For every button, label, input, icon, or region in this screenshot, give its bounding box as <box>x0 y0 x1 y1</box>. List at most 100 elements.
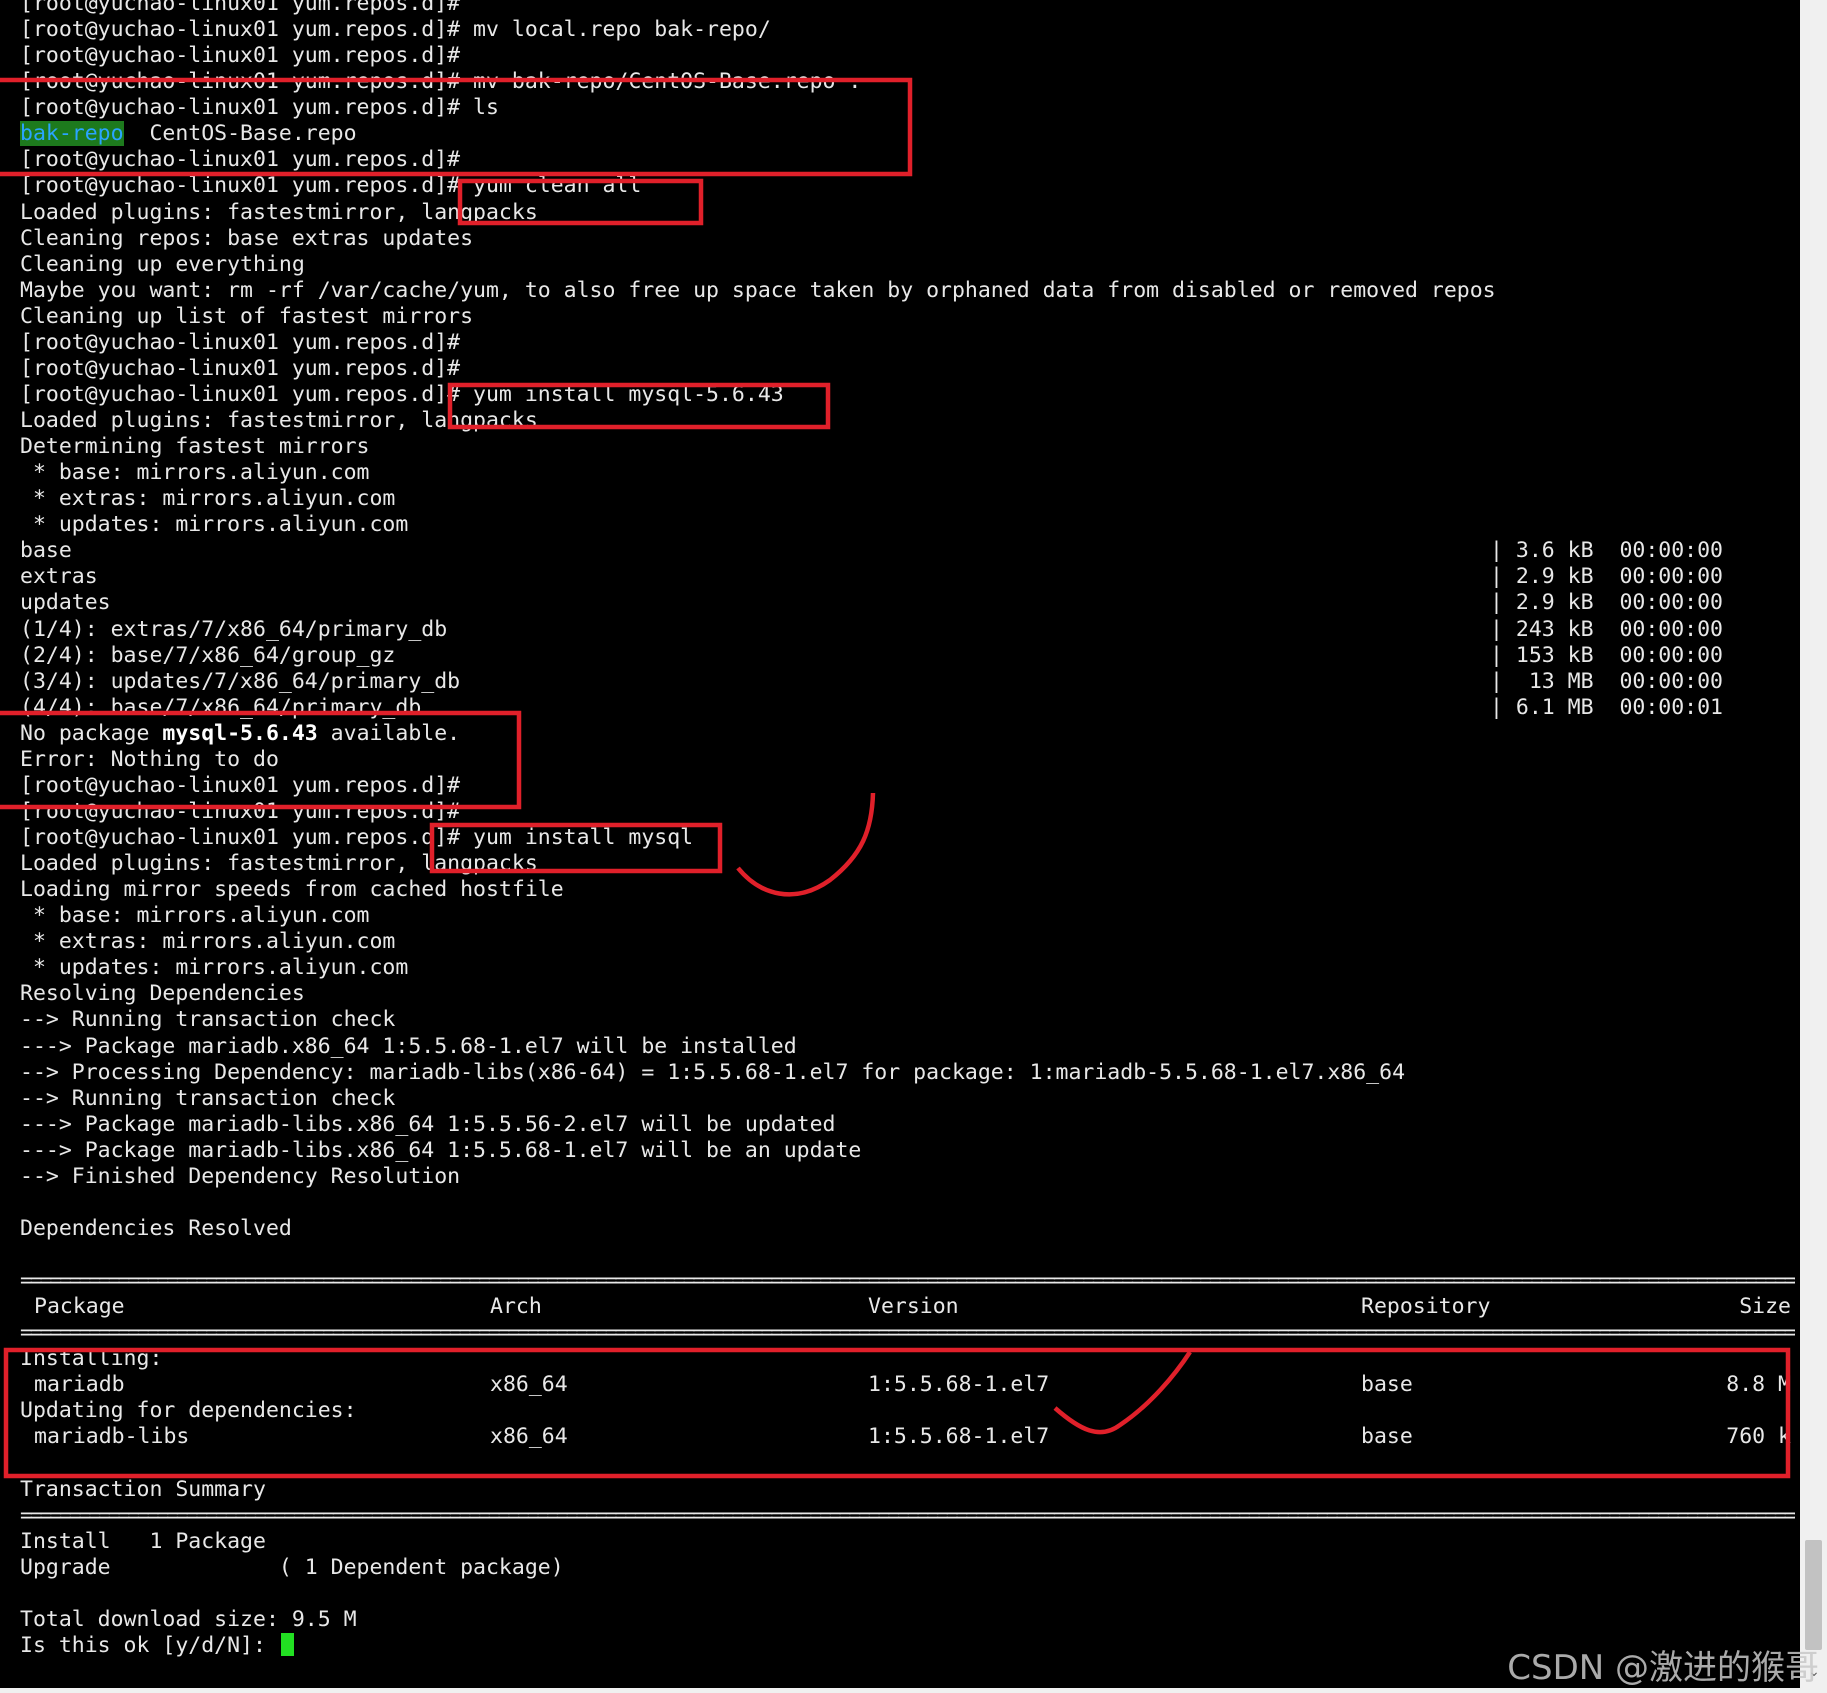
terminal-line: [root@yuchao-linux01 yum.repos.d]# yum i… <box>20 825 1795 851</box>
terminal-line: No package mysql-5.6.43 available. <box>20 721 1795 747</box>
line-text: Error: Nothing to do <box>20 746 279 772</box>
line-text: [root@yuchao-linux01 yum.repos.d]# mv lo… <box>20 17 771 43</box>
table-cell: mariadb <box>34 1372 125 1398</box>
csdn-watermark: CSDN @激进的猴哥 <box>1507 1648 1819 1688</box>
line-text: * updates: mirrors.aliyun.com <box>20 955 409 981</box>
terminal-line: --> Running transaction check <box>20 1007 1795 1033</box>
terminal-line: Transaction Summary <box>20 1477 1795 1503</box>
table-cell: 8.8 M <box>1726 1372 1791 1398</box>
terminal-line: [root@yuchao-linux01 yum.repos.d]# <box>20 0 1795 17</box>
line-text: updates <box>20 590 111 616</box>
terminal-line: * base: mirrors.aliyun.com <box>20 460 1795 486</box>
table-header-cell: Version <box>868 1294 959 1320</box>
terminal-line: Determining fastest mirrors <box>20 434 1795 460</box>
terminal-line: Cleaning up list of fastest mirrors <box>20 304 1795 330</box>
terminal-line: ---> Package mariadb-libs.x86_64 1:5.5.5… <box>20 1112 1795 1138</box>
line-text: [root@yuchao-linux01 yum.repos.d]# <box>20 355 461 381</box>
line-text: Upgrade ( 1 Dependent package) <box>20 1554 564 1580</box>
line-text: Resolving Dependencies <box>20 981 305 1007</box>
line-text: [root@yuchao-linux01 yum.repos.d]# <box>20 0 461 16</box>
terminal-line: Loading mirror speeds from cached hostfi… <box>20 877 1795 903</box>
terminal-line: Error: Nothing to do <box>20 747 1795 773</box>
table-cell: base <box>1361 1372 1413 1398</box>
terminal-line: [root@yuchao-linux01 yum.repos.d]# <box>20 799 1795 825</box>
terminal-line: Resolving Dependencies <box>20 981 1795 1007</box>
table-cell: x86_64 <box>490 1424 568 1450</box>
line-text: ---> Package mariadb-libs.x86_64 1:5.5.6… <box>20 1137 862 1163</box>
terminal-line: Dependencies Resolved <box>20 1216 1795 1242</box>
line-text: Cleaning repos: base extras updates <box>20 225 474 251</box>
line-text: ---> Package mariadb-libs.x86_64 1:5.5.5… <box>20 1111 836 1137</box>
line-text: available. <box>317 720 461 746</box>
line-text: --> Processing Dependency: mariadb-libs(… <box>20 1059 1406 1085</box>
terminal-line: [root@yuchao-linux01 yum.repos.d]# ls <box>20 95 1795 121</box>
terminal-line: Cleaning up everything <box>20 252 1795 278</box>
line-text: [root@yuchao-linux01 yum.repos.d]# <box>20 329 461 355</box>
terminal-line: [root@yuchao-linux01 yum.repos.d]# <box>20 43 1795 69</box>
line-text: [root@yuchao-linux01 yum.repos.d]# yum i… <box>20 825 694 850</box>
line-text: * base: mirrors.aliyun.com <box>20 460 370 486</box>
line-text: No package <box>20 720 163 746</box>
terminal-line: ---> Package mariadb-libs.x86_64 1:5.5.6… <box>20 1138 1795 1164</box>
line-text: Loading mirror speeds from cached hostfi… <box>20 877 564 903</box>
line-text: [root@yuchao-linux01 yum.repos.d]# ls <box>20 95 499 121</box>
download-progress: | 6.1 MB 00:00:01 <box>1490 694 1723 720</box>
table-row: mariadb-libs x86_64 1:5.5.68-1.el7 base 760 … <box>20 1424 1795 1450</box>
terminal-line: [root@yuchao-linux01 yum.repos.d]# <box>20 147 1795 173</box>
download-progress: | 2.9 kB 00:00:00 <box>1490 564 1723 590</box>
line-text: (4/4): base/7/x86_64/primary_db <box>20 694 422 720</box>
line-text: ---> Package mariadb.x86_64 1:5.5.68-1.e… <box>20 1033 797 1059</box>
line-text: --> Running transaction check <box>20 1007 396 1033</box>
download-progress: | 243 kB 00:00:00 <box>1490 616 1723 642</box>
scrollbar-thumb[interactable] <box>1805 1540 1822 1650</box>
line-text: [root@yuchao-linux01 yum.repos.d]# <box>20 772 461 798</box>
line-text: CentOS-Base.repo <box>123 121 357 147</box>
terminal-line: Maybe you want: rm -rf /var/cache/yum, t… <box>20 278 1795 304</box>
terminal-line: [root@yuchao-linux01 yum.repos.d]# mv lo… <box>20 17 1795 43</box>
line-text: * extras: mirrors.aliyun.com <box>20 929 396 955</box>
terminal-window[interactable]: [root@yuchao-linux01 yum.repos.d]# [root@… <box>0 0 1800 1693</box>
table-header-cell: Repository <box>1361 1294 1491 1320</box>
terminal-line: * extras: mirrors.aliyun.com <box>20 929 1795 955</box>
line-text: Is this ok [y/d/N]: <box>20 1632 266 1658</box>
table-cell: 760 k <box>1726 1424 1791 1450</box>
terminal-line: * base: mirrors.aliyun.com <box>20 903 1795 929</box>
vertical-scrollbar[interactable]: ⌄ <box>1800 0 1827 1693</box>
line-text: Updating for dependencies: <box>20 1398 357 1424</box>
table-cell: mariadb-libs <box>34 1424 190 1450</box>
separator-rule: ========================================… <box>20 1268 1795 1294</box>
line-text: * updates: mirrors.aliyun.com <box>20 512 409 538</box>
terminal-line: [root@yuchao-linux01 yum.repos.d]# yum c… <box>20 173 1795 199</box>
line-text: Cleaning up everything <box>20 251 305 277</box>
terminal-line: ---> Package mariadb.x86_64 1:5.5.68-1.e… <box>20 1034 1795 1060</box>
line-text: Maybe you want: rm -rf /var/cache/yum, t… <box>20 277 1496 303</box>
terminal-line: Installing: <box>20 1346 1795 1372</box>
terminal-line: Cleaning repos: base extras updates <box>20 226 1795 252</box>
terminal-line: Updating for dependencies: <box>20 1398 1795 1424</box>
table-header-cell: Size <box>1739 1294 1791 1320</box>
terminal-output: [root@yuchao-linux01 yum.repos.d]# [root@… <box>20 0 1795 1659</box>
table-header-cell: Package <box>34 1294 125 1320</box>
line-text: [root@yuchao-linux01 yum.repos.d]# yum c… <box>20 173 642 199</box>
line-text: Installing: <box>20 1346 163 1372</box>
terminal-line: * updates: mirrors.aliyun.com <box>20 512 1795 538</box>
terminal-line: extras | 2.9 kB 00:00:00 <box>20 564 1795 590</box>
terminal-line: [root@yuchao-linux01 yum.repos.d]# <box>20 330 1795 356</box>
line-text: base <box>20 538 72 564</box>
line-text: Total download size: 9.5 M <box>20 1606 357 1632</box>
separator-rule: ========================================… <box>20 1320 1795 1346</box>
table-cell: base <box>1361 1424 1413 1450</box>
download-progress: | 2.9 kB 00:00:00 <box>1490 590 1723 616</box>
terminal-line: [root@yuchao-linux01 yum.repos.d]# yum i… <box>20 382 1795 408</box>
line-text: Loaded plugins: fastestmirror, langpacks <box>20 851 538 877</box>
line-text: Loaded plugins: fastestmirror, langpacks <box>20 408 538 433</box>
terminal-cursor[interactable] <box>280 1632 294 1656</box>
terminal-line: updates | 2.9 kB 00:00:00 <box>20 590 1795 616</box>
line-text: Determining fastest mirrors <box>20 434 370 460</box>
line-text: [root@yuchao-linux01 yum.repos.d]# yum i… <box>20 381 784 407</box>
line-text: [root@yuchao-linux01 yum.repos.d]# mv ba… <box>20 69 862 95</box>
